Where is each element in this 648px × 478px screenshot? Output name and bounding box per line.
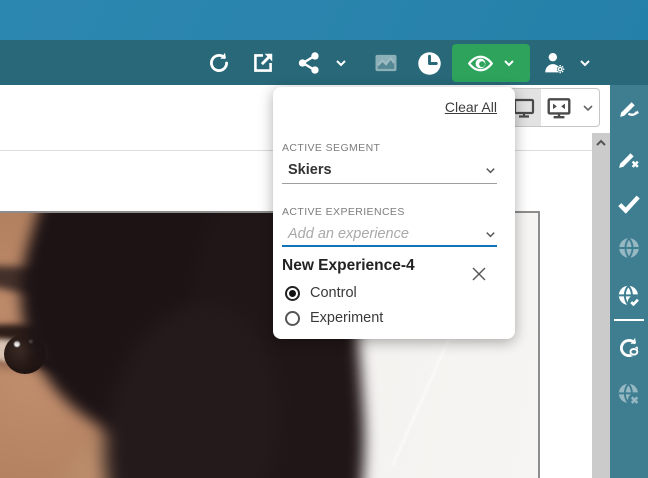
experience-select[interactable]: Add an experience (282, 223, 497, 245)
clear-all-link[interactable]: Clear All (445, 99, 497, 115)
sync-icon[interactable] (610, 333, 648, 363)
radio-unselected-icon[interactable] (285, 310, 300, 326)
share-chevron-down-icon[interactable] (332, 54, 350, 72)
experience-name: New Experience-4 (282, 257, 415, 274)
browser-top-bar (0, 0, 648, 40)
device-selector (505, 88, 600, 127)
open-external-icon[interactable] (248, 48, 278, 78)
editor-sidebar (610, 85, 648, 478)
segment-chevron-down-icon (486, 167, 495, 173)
clock-icon[interactable] (414, 48, 444, 78)
app-window: Clear All ACTIVE SEGMENT Skiers ACTIVE E… (0, 0, 648, 478)
globe-check-icon[interactable] (610, 281, 648, 311)
active-experiences-label: ACTIVE EXPERIENCES (282, 206, 405, 218)
segment-select[interactable]: Skiers (282, 159, 497, 181)
eye-icon (467, 50, 494, 77)
globe-icon (610, 233, 648, 263)
segment-value: Skiers (288, 162, 332, 178)
preview-settings-panel: Clear All ACTIVE SEGMENT Skiers ACTIVE E… (273, 87, 515, 339)
check-icon[interactable] (610, 188, 648, 218)
active-segment-label: ACTIVE SEGMENT (282, 142, 381, 154)
radio-label: Control (310, 285, 357, 301)
sidebar-divider (614, 319, 644, 321)
audience-chevron-down-icon[interactable] (576, 54, 594, 72)
share-icon[interactable] (294, 48, 324, 78)
radio-label: Experiment (310, 310, 384, 326)
vertical-scrollbar[interactable] (592, 133, 610, 478)
experience-underline (282, 245, 497, 247)
user-gear-icon[interactable] (539, 48, 569, 78)
refresh-icon[interactable] (204, 48, 234, 78)
preview-button[interactable] (452, 44, 530, 82)
experience-placeholder: Add an experience (288, 226, 409, 242)
experience-chevron-down-icon (486, 231, 495, 237)
edit-remove-icon[interactable] (610, 143, 648, 173)
chart-icon (371, 48, 401, 78)
radio-selected-icon[interactable] (285, 285, 300, 301)
monitor-fit-width-icon[interactable] (541, 89, 576, 126)
scroll-up-icon[interactable] (592, 133, 610, 153)
preview-chevron-down-icon (502, 56, 516, 70)
radio-option-experiment[interactable]: Experiment (285, 309, 383, 327)
close-icon[interactable] (466, 261, 492, 287)
segment-underline (282, 183, 497, 184)
radio-option-control[interactable]: Control (285, 284, 357, 302)
edit-swoosh-icon[interactable] (610, 93, 648, 123)
globe-x-icon (610, 379, 648, 409)
device-chevron-down-icon[interactable] (576, 89, 599, 126)
